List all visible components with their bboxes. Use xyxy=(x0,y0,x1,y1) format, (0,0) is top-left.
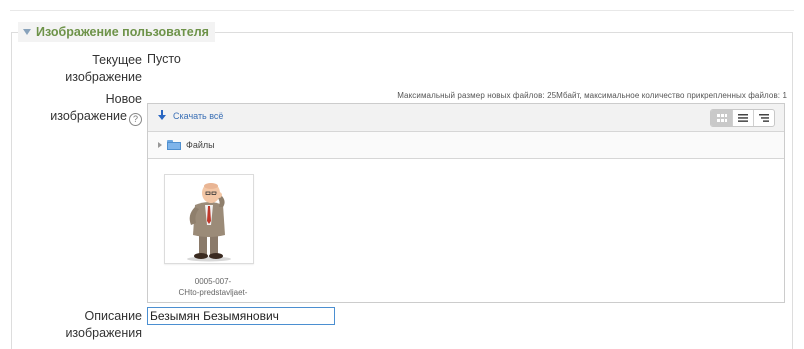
icons-view-button[interactable] xyxy=(711,110,732,126)
folder-icon xyxy=(167,140,181,150)
download-all-button[interactable]: Скачать всё xyxy=(158,110,223,121)
section-title[interactable]: Изображение пользователя xyxy=(36,25,209,39)
collapse-triangle-icon[interactable] xyxy=(23,29,31,35)
file-thumbnail[interactable] xyxy=(164,174,254,264)
description-label: Описание изображения xyxy=(65,309,142,340)
upload-limits-text: Максимальный размер новых файлов: 25Мбай… xyxy=(397,91,787,100)
view-mode-switcher xyxy=(710,109,775,127)
download-arrow-icon xyxy=(158,110,166,121)
folder-path-bar: Файлы xyxy=(148,132,784,159)
current-image-label: Текущее изображение xyxy=(65,53,142,84)
tree-icon xyxy=(759,114,769,122)
new-image-label: Новое изображение? xyxy=(50,92,142,126)
list-view-button[interactable] xyxy=(732,110,753,126)
tree-view-button[interactable] xyxy=(753,110,774,126)
current-image-value: Пусто xyxy=(147,52,181,66)
top-divider xyxy=(10,10,794,11)
path-folder-link[interactable]: Файлы xyxy=(186,140,215,150)
section-header[interactable]: Изображение пользователя xyxy=(18,22,215,42)
path-arrow-icon xyxy=(158,142,162,148)
download-all-label: Скачать всё xyxy=(173,110,224,121)
file-name-line2[interactable]: CHto-predstavljaet- xyxy=(158,287,268,298)
cartoon-man-image xyxy=(187,183,231,262)
help-icon[interactable]: ? xyxy=(129,113,142,126)
file-manager: Скачать всё Файлы 0005-007- CHto-predsta… xyxy=(147,103,785,303)
image-description-input[interactable] xyxy=(147,307,335,325)
list-icon xyxy=(738,114,748,122)
grid-icon xyxy=(716,114,727,122)
file-manager-toolbar: Скачать всё xyxy=(148,104,784,132)
file-name-line1[interactable]: 0005-007- xyxy=(158,276,268,287)
